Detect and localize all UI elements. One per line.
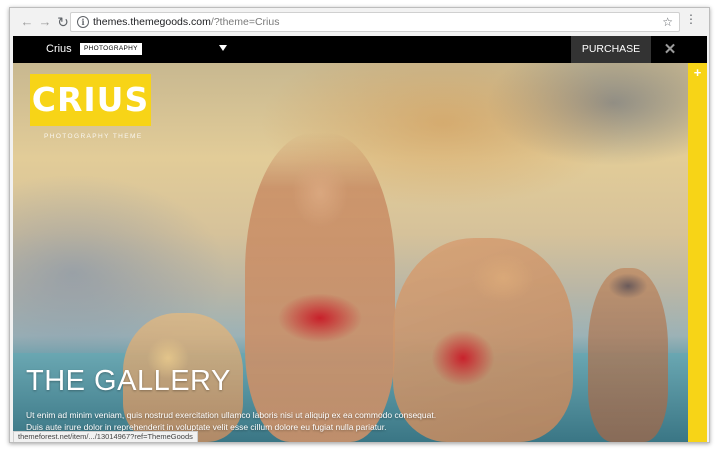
address-bar[interactable]: i themes.themegoods.com/?theme=Crius ☆ xyxy=(70,12,680,32)
theme-name[interactable]: Crius xyxy=(46,43,72,55)
status-bar-url: themeforest.net/item/.../13014967?ref=Th… xyxy=(13,431,198,442)
crius-logo[interactable]: CRIUS xyxy=(30,74,151,126)
forward-arrow-icon[interactable]: → xyxy=(36,13,54,31)
close-demo-bar-icon[interactable]: ✕ xyxy=(659,39,681,61)
url-text[interactable]: themes.themegoods.com/?theme=Crius xyxy=(93,16,279,28)
browser-toolbar: ← → ↻ i themes.themegoods.com/?theme=Cri… xyxy=(10,8,709,36)
theme-category-tag: PHOTOGRAPHY xyxy=(80,43,142,55)
gallery-title: THE GALLERY xyxy=(26,365,231,397)
kebab-menu-icon[interactable]: ⋮ xyxy=(685,13,697,25)
side-panel-toggle[interactable]: + xyxy=(688,63,707,442)
purchase-button[interactable]: PURCHASE xyxy=(571,36,651,63)
photo-figure-far-right xyxy=(588,268,668,442)
hero-gallery-image: CRIUS PHOTOGRAPHY THEME + THE GALLERY Ut… xyxy=(13,63,707,442)
theme-dropdown-caret-icon[interactable] xyxy=(219,45,227,51)
bookmark-star-icon[interactable]: ☆ xyxy=(662,15,673,29)
url-path: /?theme=Crius xyxy=(210,16,280,28)
back-arrow-icon[interactable]: ← xyxy=(18,13,36,31)
gallery-description: Ut enim ad minim veniam, quis nostrud ex… xyxy=(26,410,437,432)
plus-icon[interactable]: + xyxy=(691,66,704,79)
theme-demo-bar: Crius PHOTOGRAPHY PURCHASE ✕ xyxy=(13,36,707,63)
info-icon[interactable]: i xyxy=(77,16,89,28)
logo-subtitle: PHOTOGRAPHY THEME xyxy=(44,133,143,140)
url-host: themes.themegoods.com xyxy=(93,16,211,28)
browser-window: ← → ↻ i themes.themegoods.com/?theme=Cri… xyxy=(9,7,710,443)
photo-figure-center xyxy=(245,133,395,442)
